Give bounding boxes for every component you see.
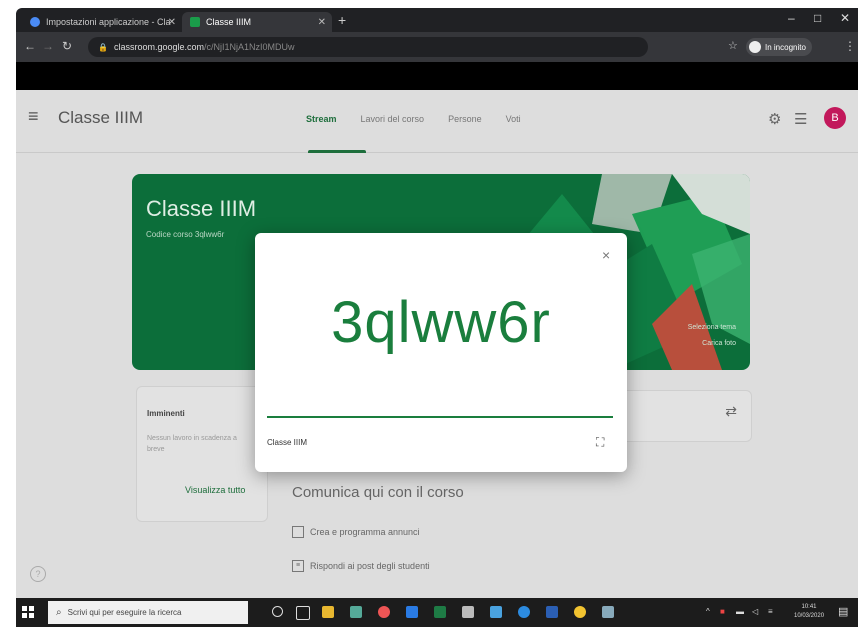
tab-label: Classe IIIM (206, 17, 252, 27)
network-icon[interactable]: ▬ (736, 607, 744, 616)
apps-icon[interactable]: ☰ (794, 110, 807, 128)
tab-settings[interactable]: Impostazioni applicazione - Cla ✕ (22, 12, 182, 32)
browser-window: Impostazioni applicazione - Cla ✕ Classe… (16, 8, 858, 627)
tray-app-icon[interactable]: ■ (720, 607, 725, 616)
more-icon[interactable]: ⋮ (844, 39, 856, 53)
tab-classroom[interactable]: Classe IIIM ✕ (182, 12, 332, 32)
maximize-icon[interactable]: □ (814, 11, 821, 25)
fullscreen-icon[interactable]: ⛶ (596, 435, 604, 450)
help-icon[interactable]: ? (30, 566, 46, 582)
class-code-label: Codice corso 3qlww6r (146, 230, 225, 239)
chrome-canary-icon[interactable] (574, 606, 586, 618)
classroom-page: ≡ Classe IIIM Stream Lavori del corso Pe… (16, 90, 858, 598)
file-explorer-icon[interactable] (322, 606, 334, 618)
star-icon[interactable]: ☆ (728, 39, 738, 52)
upcoming-text: Nessun lavoro in scadenza a breve (147, 435, 237, 453)
app-icon[interactable] (602, 606, 614, 618)
dialog-class-name: Classe IIIM (267, 438, 308, 447)
avatar[interactable]: B (824, 107, 846, 129)
upcoming-title: Imminenti (147, 409, 185, 418)
notification-icon[interactable]: ▤ (838, 605, 848, 618)
task-view-icon[interactable] (296, 606, 310, 620)
tab-stream[interactable]: Stream (306, 114, 337, 124)
incognito-icon (749, 41, 761, 53)
address-bar-row: ← → ↻ 🔒 classroom.google.com /c/NjI1NjA1… (16, 32, 858, 62)
url-path: /c/NjI1NjA1NzI0MDUw (204, 42, 295, 52)
item-label: Crea e programma annunci (310, 527, 420, 537)
gear-icon (30, 17, 40, 27)
tab-strip: Impostazioni applicazione - Cla ✕ Classe… (16, 8, 858, 32)
select-theme-link[interactable]: Seleziona tema (688, 324, 736, 331)
active-tab-indicator (308, 150, 366, 153)
calculator-icon[interactable] (462, 606, 474, 618)
class-tabs: Stream Lavori del corso Persone Voti (306, 114, 521, 124)
taskbar-search-input[interactable]: ⌕ Scrivi qui per eseguire la ricerca (48, 601, 248, 624)
forward-icon[interactable]: → (42, 39, 54, 53)
minimize-icon[interactable]: – (788, 11, 795, 25)
skype-icon[interactable] (518, 606, 530, 618)
incognito-label: In incognito (765, 42, 806, 52)
new-tab-button[interactable]: + (338, 12, 346, 28)
tab-label: Impostazioni applicazione - Cla (46, 17, 171, 27)
back-icon[interactable]: ← (24, 39, 36, 53)
bookmarks-bar (16, 62, 858, 90)
reply-icon: ≡ (292, 560, 304, 572)
tab-classwork[interactable]: Lavori del corso (361, 114, 425, 124)
close-window-icon[interactable]: ✕ (840, 11, 850, 25)
clock-date: 10/03/2020 (794, 613, 825, 619)
edge-icon[interactable] (406, 606, 418, 618)
store-icon[interactable] (350, 606, 362, 618)
hamburger-icon[interactable]: ≡ (28, 106, 39, 127)
tray-chevron-icon[interactable]: ^ (706, 607, 710, 616)
divider (267, 416, 613, 418)
language-icon[interactable]: ≡ (768, 607, 773, 616)
search-placeholder: Scrivi qui per eseguire la ricerca (67, 608, 182, 617)
reload-icon[interactable]: ↻ (62, 39, 72, 53)
url-input[interactable]: 🔒 classroom.google.com /c/NjI1NjA1NzI0MD… (88, 37, 648, 57)
item-label: Rispondi ai post degli studenti (310, 561, 430, 571)
stream-welcome-title: Comunica qui con il corso (292, 484, 464, 501)
close-icon[interactable]: ✕ (318, 17, 326, 28)
tab-people[interactable]: Persone (448, 114, 482, 124)
reply-posts-item[interactable]: ≡ Rispondi ai post degli studenti (292, 560, 430, 572)
banner-title: Classe IIIM (146, 196, 257, 221)
volume-icon[interactable]: ◁ (752, 607, 758, 616)
classroom-header: ≡ Classe IIIM Stream Lavori del corso Pe… (16, 90, 858, 153)
view-all-link[interactable]: Visualizza tutto (185, 485, 245, 495)
cortana-icon[interactable] (272, 606, 283, 617)
tab-grades[interactable]: Voti (506, 114, 521, 124)
repost-icon[interactable]: ⇄ (725, 403, 737, 420)
class-code: 3qlww6r (331, 290, 551, 355)
windows-start-icon[interactable] (22, 606, 34, 618)
excel-icon[interactable] (434, 606, 446, 618)
word-icon[interactable] (546, 606, 558, 618)
classroom-icon (190, 17, 200, 27)
upload-photo-link[interactable]: Carica foto (702, 340, 736, 347)
incognito-badge[interactable]: In incognito (746, 38, 812, 56)
search-icon: ⌕ (56, 607, 62, 618)
close-icon[interactable]: ✕ (168, 17, 176, 28)
lock-icon: 🔒 (98, 42, 108, 52)
windows-taskbar: ⌕ Scrivi qui per eseguire la ricerca ^ ■… (16, 598, 858, 627)
close-icon[interactable]: × (602, 247, 610, 263)
settings-icon[interactable]: ⚙ (768, 110, 781, 128)
create-announcement-item[interactable]: Crea e programma annunci (292, 526, 420, 538)
class-code-dialog: × 3qlww6r Classe IIIM ⛶ (255, 233, 627, 472)
url-domain: classroom.google.com (113, 42, 205, 52)
comment-icon (292, 526, 304, 538)
chrome-icon[interactable] (378, 606, 390, 618)
taskbar-clock[interactable]: 10:41 10/03/2020 (794, 603, 824, 621)
page-title: Classe IIIM (58, 108, 144, 127)
mail-icon[interactable] (490, 606, 502, 618)
upcoming-card: Imminenti Nessun lavoro in scadenza a br… (136, 386, 268, 522)
clock-time: 10:41 (801, 604, 817, 610)
